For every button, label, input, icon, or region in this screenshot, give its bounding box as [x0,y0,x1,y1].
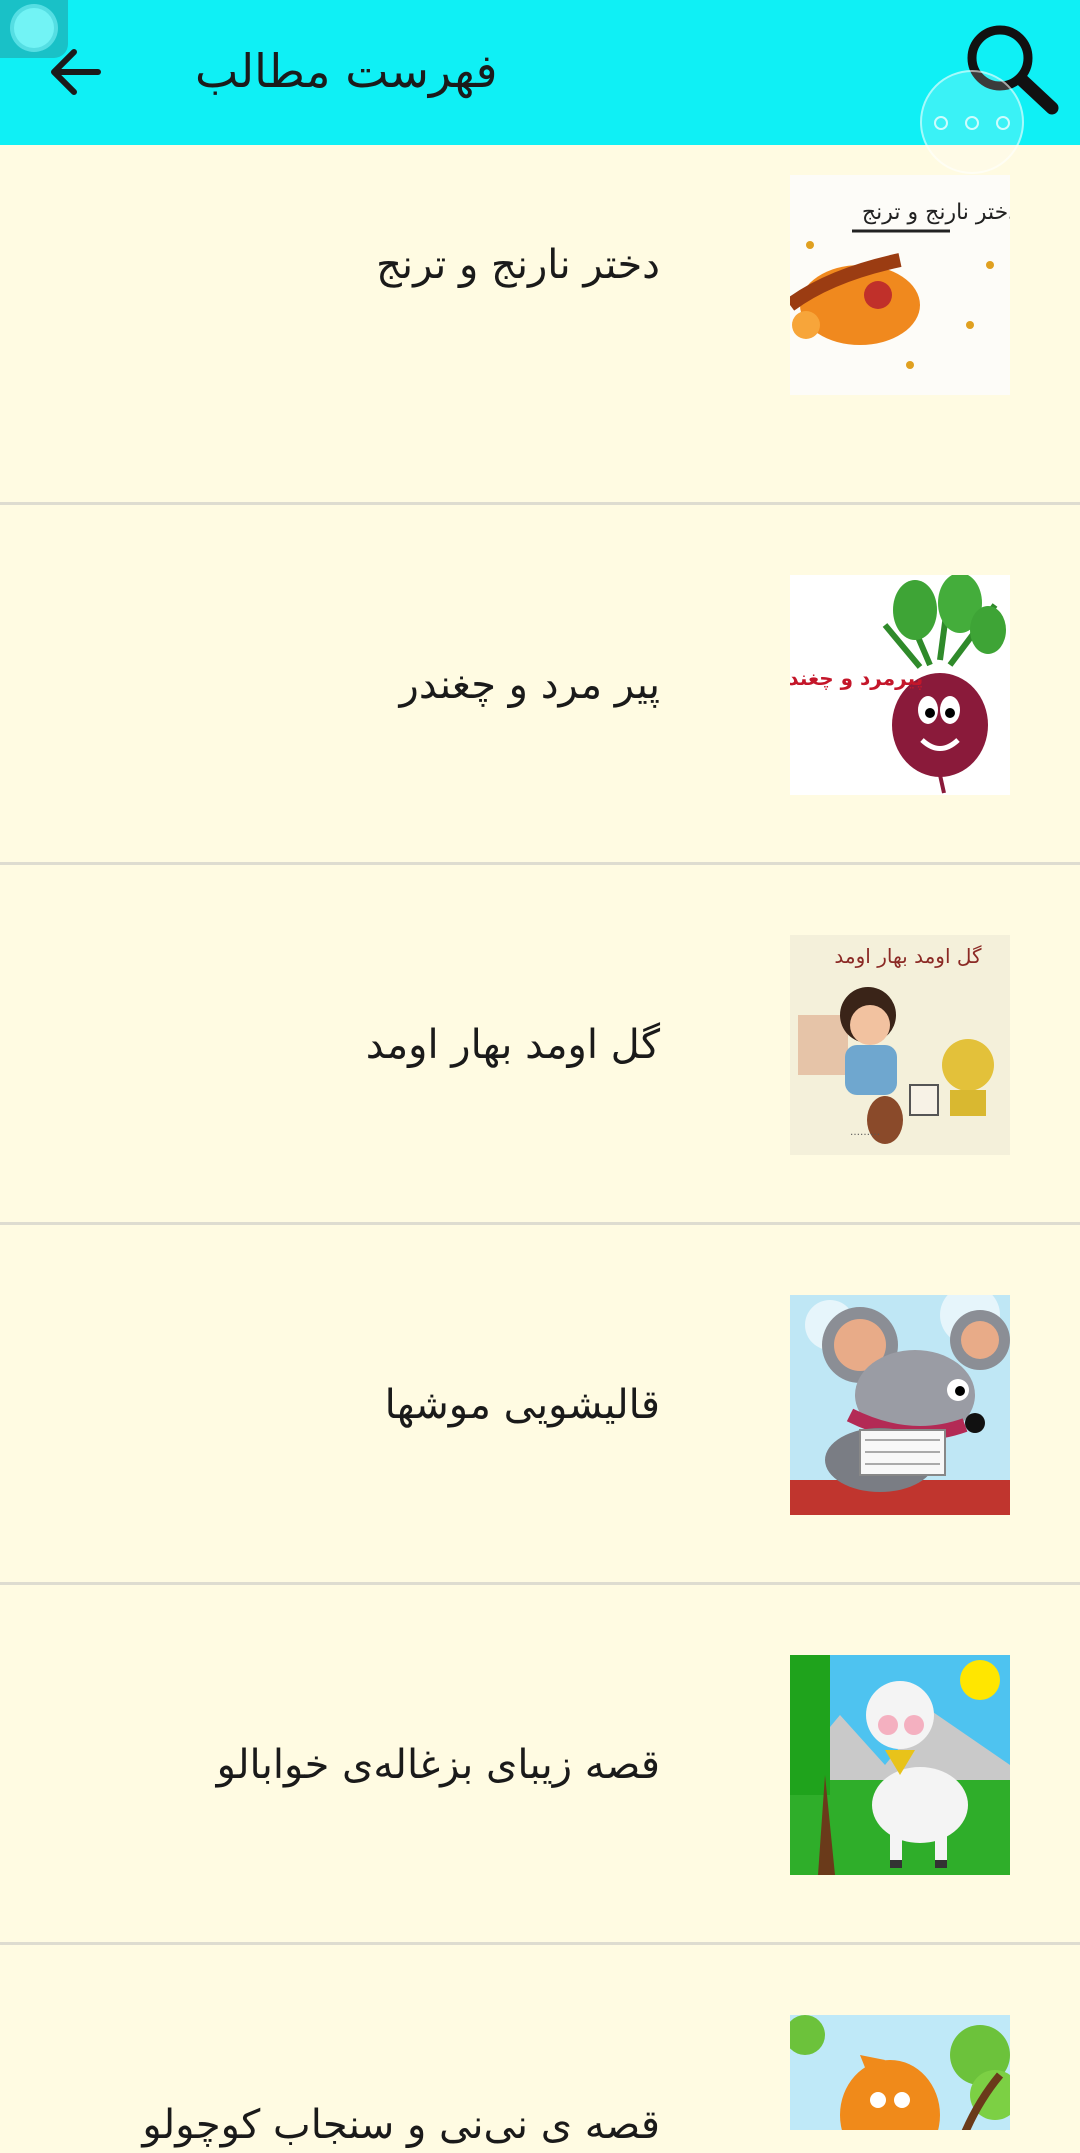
story-title: قصه زیبای بزغاله‌ی خوابالو [216,1742,660,1788]
story-thumbnail: دختر نارنج و ترنج [790,175,1010,395]
story-title: قالیشویی موشها [384,1382,660,1428]
list-item[interactable]: قالیشویی موشها [0,1225,1080,1585]
story-title: دختر نارنج و ترنج [376,242,660,288]
list-item[interactable]: پیرمرد و چغندر پیر مرد و چغندر [0,505,1080,865]
story-title: پیر مرد و چغندر [399,662,660,708]
story-thumbnail [790,1655,1010,1875]
story-thumbnail [790,2015,1010,2130]
story-title: گل اومد بهار اومد [365,1022,660,1068]
list-item[interactable]: گل اومد بهار اومد ……… گل اومد بهار اومد [0,865,1080,1225]
page-title: فهرست مطالب [195,44,498,98]
list-item[interactable]: قصه زیبای بزغاله‌ی خوابالو [0,1585,1080,1945]
story-title: قصه ی نی‌نی و سنجاب کوچولو [142,2102,660,2148]
list-item[interactable]: دختر نارنج و ترنج دختر نارنج و ترنج [0,145,1080,505]
svg-text:………: ……… [850,1127,880,1138]
floating-assist-button[interactable] [0,0,68,58]
story-thumbnail: گل اومد بهار اومد ……… [790,935,1010,1155]
svg-text:دختر نارنج و ترنج: دختر نارنج و ترنج [862,200,1010,225]
list-item[interactable]: قصه ی نی‌نی و سنجاب کوچولو [0,1945,1080,2148]
svg-text:پیرمرد و چغندر: پیرمرد و چغندر [790,666,923,691]
app-bar: فهرست مطالب [0,0,1080,145]
story-thumbnail: پیرمرد و چغندر [790,575,1010,795]
story-thumbnail [790,1295,1010,1515]
story-list: دختر نارنج و ترنج دختر نارنج و ترنج پیرم… [0,145,1080,2148]
svg-text:گل اومد بهار اومد: گل اومد بهار اومد [834,944,982,968]
